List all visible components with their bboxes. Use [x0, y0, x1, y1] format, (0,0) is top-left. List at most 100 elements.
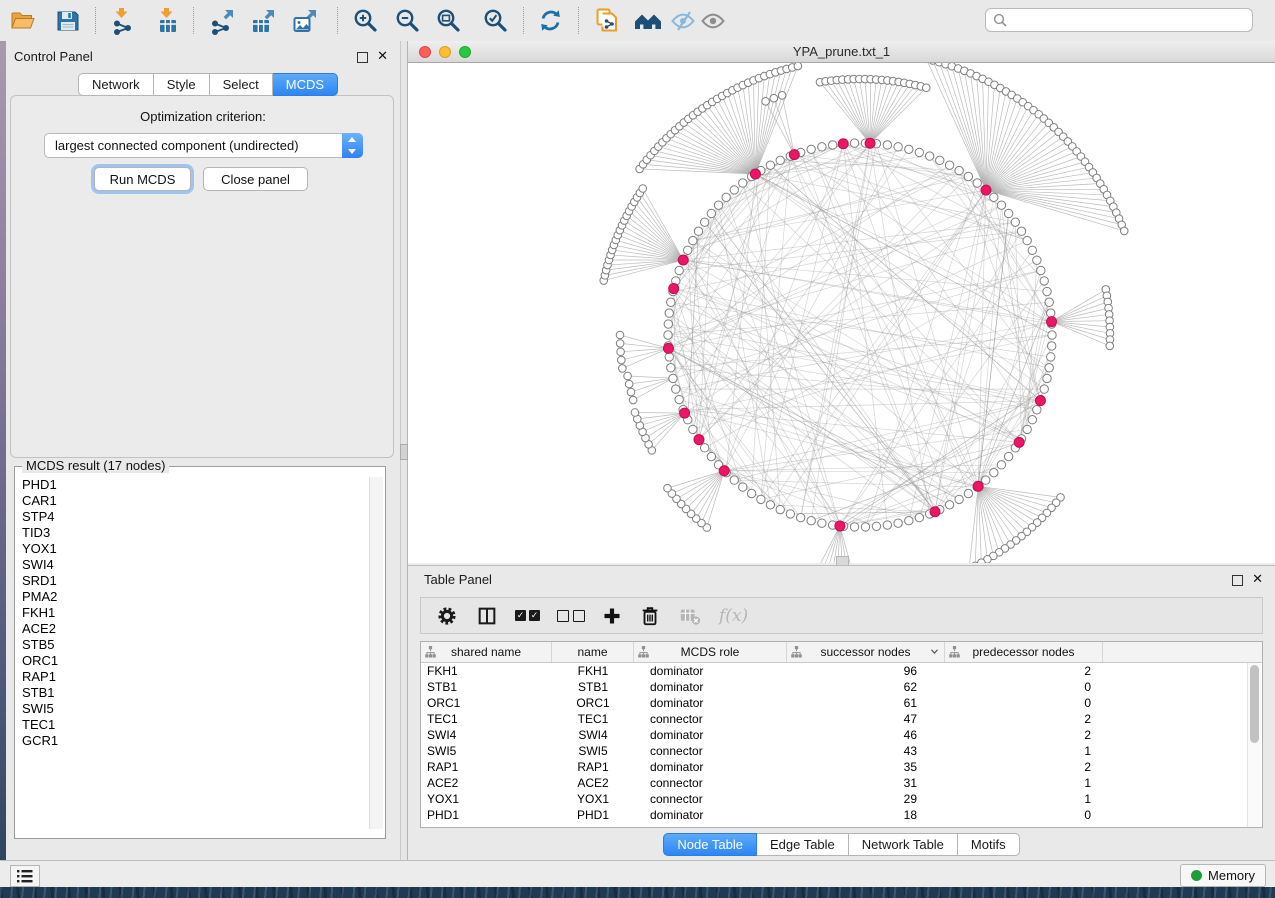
mcds-houses-button[interactable]: [631, 4, 665, 37]
mcds-result-item[interactable]: STB5: [22, 637, 385, 653]
table-cell[interactable]: 1: [945, 744, 1103, 758]
open-session-button[interactable]: [6, 4, 40, 37]
table-cell[interactable]: dominator: [634, 696, 787, 710]
zoom-fit-button[interactable]: [431, 4, 465, 37]
mcds-result-item[interactable]: SWI4: [22, 557, 385, 573]
table-cell[interactable]: dominator: [634, 664, 787, 678]
mcds-result-item[interactable]: GCR1: [22, 733, 385, 749]
table-cell[interactable]: 46: [787, 728, 945, 742]
import-network-button[interactable]: [105, 4, 139, 37]
mcds-result-item[interactable]: STB1: [22, 685, 385, 701]
table-cell[interactable]: PHD1: [421, 808, 552, 822]
show-all-button[interactable]: [696, 4, 730, 37]
table-cell[interactable]: dominator: [634, 760, 787, 774]
table-cell[interactable]: 31: [787, 776, 945, 790]
close-table-panel-button[interactable]: ✕: [1252, 574, 1263, 583]
table-cell[interactable]: 35: [787, 760, 945, 774]
search-input[interactable]: [1012, 12, 1252, 29]
table-cell[interactable]: TEC1: [552, 712, 634, 726]
mcds-result-item[interactable]: TEC1: [22, 717, 385, 733]
column-header-successor-nodes[interactable]: successor nodes: [787, 642, 945, 662]
tab-network-table[interactable]: Network Table: [849, 833, 958, 856]
mcds-result-item[interactable]: SWI5: [22, 701, 385, 717]
table-cell[interactable]: PHD1: [552, 808, 634, 822]
table-cell[interactable]: connector: [634, 792, 787, 806]
import-table-button[interactable]: [150, 4, 184, 37]
save-session-button[interactable]: [51, 4, 85, 37]
table-cell[interactable]: 2: [945, 712, 1103, 726]
table-cell[interactable]: 2: [945, 728, 1103, 742]
network-canvas[interactable]: [408, 63, 1275, 563]
table-cell[interactable]: dominator: [634, 728, 787, 742]
table-row[interactable]: YOX1YOX1connector291: [421, 791, 1262, 807]
table-cell[interactable]: 62: [787, 680, 945, 694]
refresh-button[interactable]: [533, 4, 567, 37]
table-row[interactable]: TEC1TEC1connector472: [421, 711, 1262, 727]
delete-column-button[interactable]: [639, 605, 661, 627]
mcds-result-item[interactable]: YOX1: [22, 541, 385, 557]
table-cell[interactable]: STB1: [421, 680, 552, 694]
search-field[interactable]: [985, 8, 1253, 32]
table-cell[interactable]: FKH1: [421, 664, 552, 678]
mcds-result-item[interactable]: PHD1: [22, 477, 385, 493]
export-table-button[interactable]: [246, 4, 280, 37]
mcds-result-item[interactable]: PMA2: [22, 589, 385, 605]
clone-network-button[interactable]: [590, 4, 624, 37]
table-cell[interactable]: connector: [634, 712, 787, 726]
table-cell[interactable]: 43: [787, 744, 945, 758]
column-header-name[interactable]: name: [552, 642, 634, 662]
mcds-result-item[interactable]: FKH1: [22, 605, 385, 621]
table-cell[interactable]: 61: [787, 696, 945, 710]
table-row[interactable]: ORC1ORC1dominator610: [421, 695, 1262, 711]
table-cell[interactable]: YOX1: [552, 792, 634, 806]
mcds-result-item[interactable]: RAP1: [22, 669, 385, 685]
mcds-result-scrollbar[interactable]: [369, 477, 383, 829]
network-window-titlebar[interactable]: YPA_prune.txt_1: [408, 41, 1275, 63]
table-cell[interactable]: SWI4: [421, 728, 552, 742]
table-row[interactable]: SWI5SWI5connector431: [421, 743, 1262, 759]
tab-edge-table[interactable]: Edge Table: [757, 833, 849, 856]
float-panel-button[interactable]: [357, 50, 368, 68]
mcds-result-item[interactable]: SRD1: [22, 573, 385, 589]
export-network-button[interactable]: [205, 4, 239, 37]
tab-mcds[interactable]: MCDS: [273, 73, 338, 96]
table-cell[interactable]: dominator: [634, 680, 787, 694]
close-panel-button[interactable]: ✕: [377, 51, 388, 60]
column-header-predecessor-nodes[interactable]: predecessor nodes: [945, 642, 1103, 662]
table-cell[interactable]: 2: [945, 760, 1103, 774]
unselect-all-columns-button[interactable]: [557, 610, 585, 622]
table-cell[interactable]: STB1: [552, 680, 634, 694]
table-row[interactable]: PHD1PHD1dominator180: [421, 807, 1262, 823]
tab-select[interactable]: Select: [210, 73, 273, 96]
mcds-result-item[interactable]: ORC1: [22, 653, 385, 669]
zoom-selected-button[interactable]: [478, 4, 512, 37]
float-table-panel-button[interactable]: [1232, 573, 1243, 591]
table-cell[interactable]: YOX1: [421, 792, 552, 806]
table-settings-button[interactable]: [435, 604, 459, 628]
create-column-button[interactable]: [602, 606, 622, 626]
hide-selected-button[interactable]: [666, 4, 700, 37]
table-row[interactable]: STB1STB1dominator620: [421, 679, 1262, 695]
table-cell[interactable]: 47: [787, 712, 945, 726]
export-image-button[interactable]: [288, 4, 322, 37]
mcds-result-item[interactable]: STP4: [22, 509, 385, 525]
optimization-criterion-dropdown[interactable]: largest connected component (undirected): [44, 133, 363, 158]
table-cell[interactable]: TEC1: [421, 712, 552, 726]
table-cell[interactable]: connector: [634, 744, 787, 758]
table-row[interactable]: RAP1RAP1dominator352: [421, 759, 1262, 775]
table-cell[interactable]: ACE2: [421, 776, 552, 790]
table-cell[interactable]: 0: [945, 680, 1103, 694]
table-cell[interactable]: 2: [945, 664, 1103, 678]
close-panel-button-mcds[interactable]: Close panel: [203, 167, 308, 191]
table-cell[interactable]: ORC1: [421, 696, 552, 710]
table-cell[interactable]: 1: [945, 792, 1103, 806]
zoom-out-button[interactable]: [390, 4, 424, 37]
tab-motifs[interactable]: Motifs: [958, 833, 1020, 856]
table-cell[interactable]: 96: [787, 664, 945, 678]
table-row[interactable]: SWI4SWI4dominator462: [421, 727, 1262, 743]
table-cell[interactable]: 1: [945, 776, 1103, 790]
column-header-shared-name[interactable]: shared name: [421, 642, 552, 662]
table-cell[interactable]: ORC1: [552, 696, 634, 710]
column-header-MCDS-role[interactable]: MCDS role: [634, 642, 787, 662]
table-cell[interactable]: SWI5: [421, 744, 552, 758]
